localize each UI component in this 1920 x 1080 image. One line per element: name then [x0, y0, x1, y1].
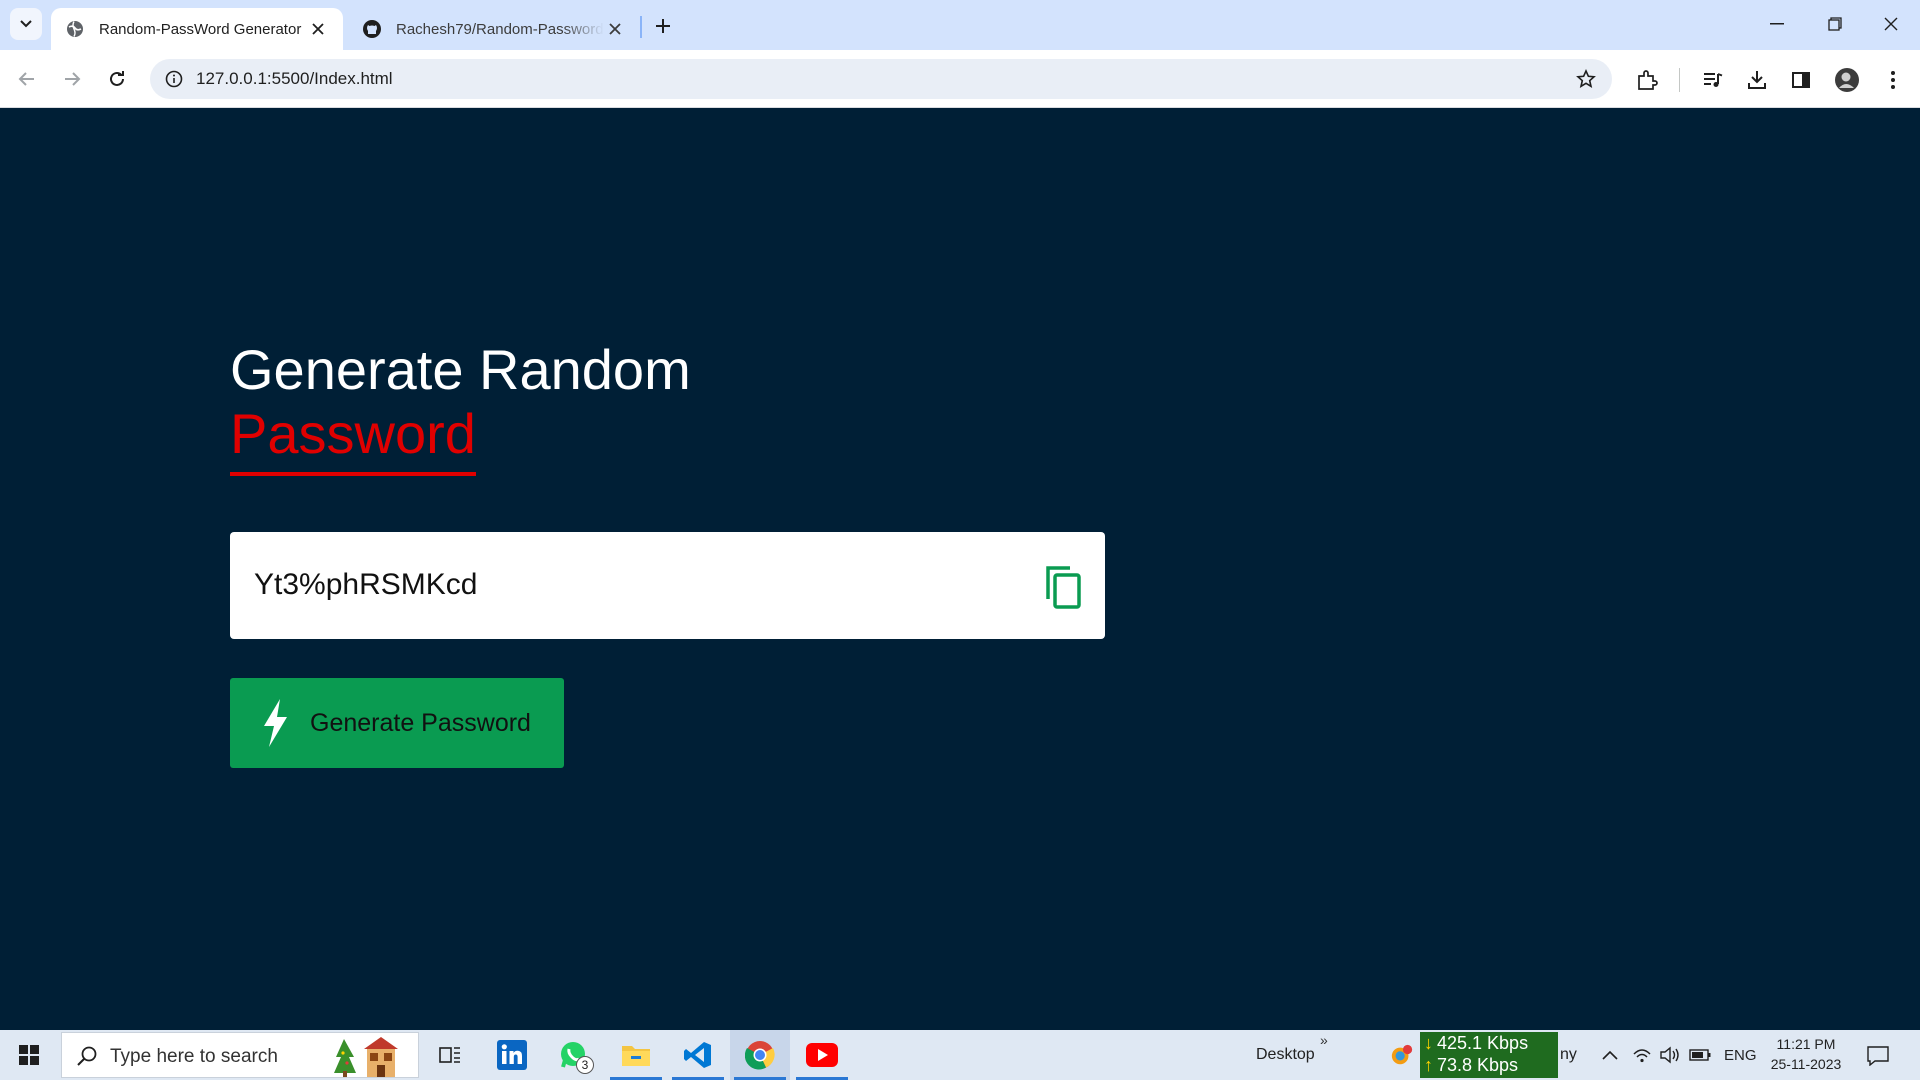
- volume-icon[interactable]: [1658, 1043, 1682, 1067]
- url-text: 127.0.0.1:5500/Index.html: [196, 69, 393, 88]
- address-bar[interactable]: 127.0.0.1:5500/Index.html: [150, 59, 1612, 99]
- notification-icon: [1867, 1046, 1889, 1066]
- plus-icon: [656, 19, 670, 33]
- restore-icon: [1828, 17, 1842, 31]
- copy-icon: [1046, 566, 1081, 609]
- toolbar-separator: [1679, 68, 1680, 92]
- arrow-left-icon: [18, 72, 34, 86]
- chevron-up-icon: [1602, 1050, 1618, 1060]
- taskbar-chrome[interactable]: [730, 1030, 790, 1080]
- show-hidden-icons-button[interactable]: [1598, 1043, 1622, 1067]
- heading-line: Generate Random: [230, 338, 691, 401]
- chrome-icon: [745, 1041, 775, 1070]
- network-speed-monitor[interactable]: ↓ 425.1 Kbps ↑ 73.8 Kbps: [1420, 1032, 1558, 1078]
- tab-strip: Random-PassWord Generator Rachesh79/Rand…: [0, 0, 1920, 50]
- app-update-icon[interactable]: [1390, 1043, 1414, 1067]
- notification-badge: 3: [576, 1056, 594, 1074]
- tab-title: Rachesh79/Random-Password-Generator: [396, 20, 604, 38]
- battery-icon[interactable]: [1688, 1043, 1712, 1067]
- reload-icon: [110, 71, 124, 86]
- chevron-down-icon: [20, 20, 32, 28]
- upload-arrow-icon: ↑: [1424, 1055, 1433, 1075]
- search-icon: [77, 1046, 97, 1066]
- minimize-icon: [1770, 23, 1784, 25]
- taskbar-search-box[interactable]: Type here to search: [61, 1032, 419, 1078]
- restore-button[interactable]: [1806, 0, 1864, 48]
- tab-title: Random-PassWord Generator: [99, 20, 302, 38]
- password-value[interactable]: Yt3%phRSMKcd: [254, 568, 477, 602]
- truncated-tray-text: ny: [1560, 1046, 1577, 1063]
- side-panel-icon[interactable]: [1786, 65, 1816, 95]
- wifi-icon[interactable]: [1630, 1043, 1654, 1067]
- heading-accent: Password: [230, 402, 476, 476]
- clock-time: 11:21 PM: [1776, 1036, 1836, 1052]
- tab-github-repo[interactable]: Rachesh79/Random-Password-Generator: [348, 8, 640, 50]
- windows-logo-icon: [19, 1045, 39, 1065]
- copy-button[interactable]: [1041, 563, 1085, 611]
- reload-button[interactable]: [99, 61, 135, 97]
- site-info-icon[interactable]: [162, 67, 186, 91]
- taskbar-vscode[interactable]: [668, 1030, 728, 1080]
- download-icon[interactable]: [1742, 65, 1772, 95]
- close-tab-icon[interactable]: [604, 18, 626, 40]
- generate-button-label: Generate Password: [310, 708, 531, 737]
- download-arrow-icon: ↓: [1424, 1033, 1433, 1053]
- back-button[interactable]: [9, 61, 45, 97]
- page-heading: Generate Random Password: [230, 338, 691, 476]
- task-view-icon: [439, 1047, 460, 1063]
- linkedin-icon: [497, 1040, 527, 1070]
- task-view-button[interactable]: [420, 1030, 480, 1080]
- browser-menu-icon[interactable]: [1878, 65, 1908, 95]
- password-display: Yt3%phRSMKcd: [230, 532, 1105, 639]
- globe-icon: [65, 19, 85, 39]
- tab-search-button[interactable]: [10, 8, 42, 40]
- search-placeholder: Type here to search: [110, 1046, 278, 1067]
- taskbar-youtube[interactable]: [792, 1030, 852, 1080]
- arrow-right-icon: [65, 72, 81, 86]
- github-icon: [362, 19, 382, 39]
- input-language[interactable]: ENG: [1724, 1047, 1757, 1064]
- media-controls-icon[interactable]: [1698, 65, 1728, 95]
- taskbar-whatsapp[interactable]: 3: [544, 1030, 604, 1080]
- close-icon: [1884, 17, 1898, 31]
- tab-separator: [640, 16, 642, 38]
- forward-button[interactable]: [54, 61, 90, 97]
- download-speed: 425.1 Kbps: [1437, 1033, 1529, 1053]
- holiday-decoration-icon: [334, 1037, 398, 1077]
- close-window-button[interactable]: [1862, 0, 1920, 48]
- taskbar-linkedin[interactable]: [482, 1030, 542, 1080]
- toolbar-expand-chevron[interactable]: »: [1320, 1032, 1328, 1048]
- folder-icon: [622, 1046, 650, 1066]
- close-tab-icon[interactable]: [307, 18, 329, 40]
- windows-taskbar: Type here to search 3 Desktop » ↓ 425.1 …: [0, 1030, 1920, 1080]
- vscode-icon: [684, 1042, 711, 1068]
- notification-center-button[interactable]: [1862, 1040, 1894, 1072]
- upload-speed: 73.8 Kbps: [1437, 1055, 1519, 1075]
- taskbar-file-explorer[interactable]: [606, 1030, 666, 1080]
- start-button[interactable]: [0, 1030, 58, 1080]
- clock-date: 25-11-2023: [1770, 1056, 1842, 1072]
- generate-password-button[interactable]: Generate Password: [230, 678, 564, 768]
- system-clock[interactable]: 11:21 PM 25-11-2023: [1766, 1034, 1846, 1074]
- tab-random-password[interactable]: Random-PassWord Generator: [51, 8, 343, 50]
- browser-toolbar: 127.0.0.1:5500/Index.html: [0, 50, 1920, 108]
- minimize-button[interactable]: [1748, 0, 1806, 48]
- lightning-bolt-icon: [260, 699, 292, 747]
- bookmark-star-icon[interactable]: [1574, 67, 1598, 91]
- profile-avatar-icon[interactable]: [1832, 65, 1862, 95]
- youtube-icon: [806, 1043, 838, 1067]
- new-tab-button[interactable]: [647, 10, 679, 42]
- desktop-toolbar-label[interactable]: Desktop: [1256, 1046, 1315, 1064]
- extensions-icon[interactable]: [1632, 65, 1662, 95]
